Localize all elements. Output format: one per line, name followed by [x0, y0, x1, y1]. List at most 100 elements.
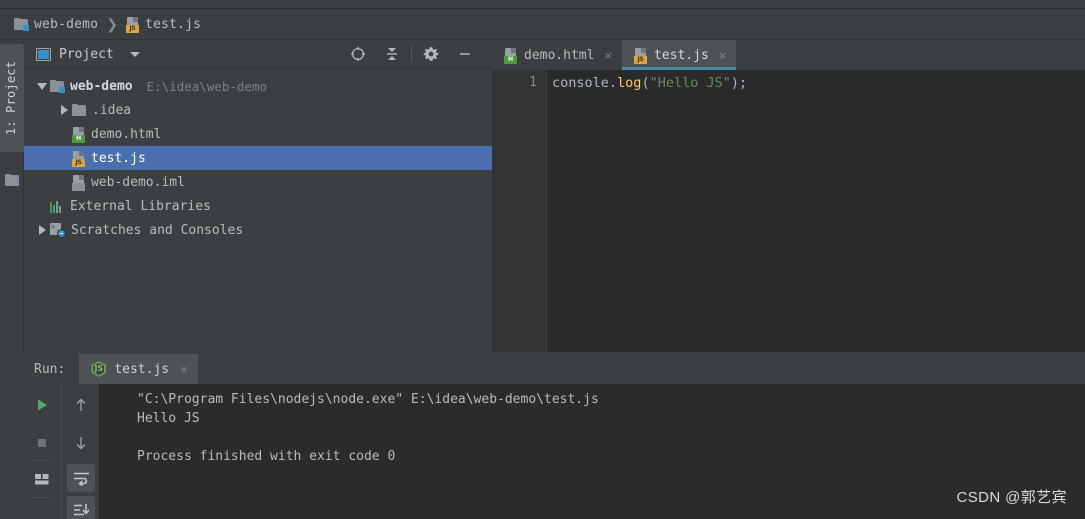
html-file-icon: H	[504, 47, 517, 64]
project-panel-actions	[341, 40, 492, 69]
tree-row-demo-html[interactable]: H demo.html	[24, 122, 492, 146]
nodejs-icon: JS	[91, 361, 107, 377]
run-panel-header: Run: JS test.js ×	[24, 354, 1085, 384]
console-line: "C:\Program Files\nodejs\node.exe" E:\id…	[137, 392, 599, 407]
prev-occurrence-button[interactable]	[68, 392, 94, 418]
chevron-right-icon[interactable]	[56, 102, 72, 118]
tree-label: test.js	[91, 150, 146, 166]
tree-row-scratches-and-consoles[interactable]: >_ Scratches and Consoles	[24, 218, 492, 242]
code-token-close-paren: )	[730, 75, 739, 91]
console-output[interactable]: "C:\Program Files\nodejs\node.exe" E:\id…	[99, 384, 1085, 519]
tree-label: web-demo.iml	[91, 174, 185, 190]
tree-label: web-demo	[70, 78, 133, 94]
tree-label: External Libraries	[70, 198, 211, 214]
breadcrumb-separator-icon: ❯	[106, 15, 118, 32]
tree-row-test-js[interactable]: JS test.js	[24, 146, 492, 170]
toolbar-divider	[411, 46, 412, 62]
editor-gutter: 1	[492, 70, 547, 352]
rerun-button[interactable]	[29, 392, 55, 418]
editor-tab-label: test.js	[654, 47, 709, 63]
code-line-1: console.log("Hello JS");	[552, 75, 747, 91]
js-file-icon: JS	[634, 47, 648, 64]
code-token-semicolon: ;	[739, 75, 748, 91]
project-icon	[36, 47, 51, 61]
scratches-icon: >_	[50, 223, 66, 238]
close-icon[interactable]: ×	[719, 48, 727, 63]
tree-path-hint: E:\idea\web-demo	[146, 78, 268, 94]
editor-area: H demo.html × JS test.js × 1 console.log…	[492, 40, 1085, 352]
js-file-icon: JS	[72, 150, 85, 167]
breadcrumb-item-project[interactable]: web-demo	[14, 17, 98, 32]
code-token-open-paren: (	[641, 75, 650, 91]
chevron-down-icon[interactable]	[34, 78, 50, 94]
close-icon[interactable]: ×	[604, 48, 612, 63]
ide-window: web-demo ❯ JS test.js 1: Project Project	[0, 0, 1085, 519]
run-panel-label: Run:	[34, 361, 66, 377]
toolbar-divider	[32, 460, 52, 461]
editor-tab-test-js[interactable]: JS test.js ×	[622, 40, 737, 70]
page-title: Project	[59, 46, 114, 62]
soft-wrap-button[interactable]	[67, 464, 95, 492]
folder-icon	[50, 80, 65, 93]
tree-row-web-demo[interactable]: web-demo E:\idea\web-demo	[24, 74, 492, 98]
project-panel-header: Project	[24, 40, 492, 69]
folder-icon	[72, 104, 86, 116]
collapse-all-icon[interactable]	[375, 40, 409, 69]
tree-row-external-libraries[interactable]: External Libraries	[24, 194, 492, 218]
window-top-strip	[0, 0, 1085, 9]
code-token-dot: .	[608, 75, 618, 91]
folder-icon	[14, 18, 29, 31]
tree-label: .idea	[92, 102, 132, 118]
breadcrumb: web-demo ❯ JS test.js	[0, 9, 1085, 40]
tree-label: demo.html	[91, 126, 162, 142]
code-token-method: log	[617, 75, 642, 91]
sidebar-tab-project[interactable]: 1: Project	[0, 44, 24, 152]
run-console-body: "C:\Program Files\nodejs\node.exe" E:\id…	[24, 384, 1085, 519]
run-tab-test-js[interactable]: JS test.js ×	[79, 354, 198, 384]
breadcrumb-file-label: test.js	[144, 16, 202, 32]
console-line: Hello JS	[137, 411, 200, 426]
run-toolbar-right	[61, 384, 99, 519]
settings-gear-icon[interactable]	[414, 40, 448, 69]
sidebar-tab-project-label: 1: Project	[4, 60, 18, 136]
breadcrumb-project-label: web-demo	[34, 16, 99, 32]
scroll-to-end-button[interactable]	[67, 496, 95, 519]
run-toolbar-left	[24, 384, 61, 519]
html-file-icon: H	[72, 126, 85, 143]
iml-file-icon	[72, 174, 85, 191]
tree-row-idea[interactable]: .idea	[24, 98, 492, 122]
libraries-icon	[50, 200, 64, 213]
editor-tab-label: demo.html	[524, 47, 595, 63]
project-tree: web-demo E:\idea\web-demo .idea H demo.h…	[24, 69, 492, 352]
next-occurrence-button[interactable]	[68, 430, 94, 456]
tree-label: Scratches and Consoles	[71, 222, 244, 238]
console-line: Process finished with exit code 0	[137, 449, 396, 464]
code-token-object: console	[552, 75, 609, 91]
watermark: CSDN @郭艺宾	[956, 489, 1067, 506]
editor-tab-bar: H demo.html × JS test.js ×	[492, 40, 1085, 70]
editor-tab-demo-html[interactable]: H demo.html ×	[492, 40, 622, 70]
run-panel: Run: JS test.js × "C:\Program Files\node…	[0, 354, 1085, 519]
project-panel-title-group[interactable]: Project	[24, 47, 140, 62]
breadcrumb-item-file[interactable]: JS test.js	[125, 16, 202, 33]
project-panel: Project web-demo E:\idea\web-demo .idea …	[24, 40, 492, 352]
js-file-icon: JS	[125, 16, 139, 33]
chevron-down-icon[interactable]	[129, 51, 140, 57]
close-icon[interactable]: ×	[180, 362, 188, 377]
hide-panel-icon[interactable]	[448, 40, 482, 69]
line-number: 1	[529, 75, 537, 90]
run-tab-label: test.js	[114, 361, 170, 377]
code-token-string: "Hello JS"	[649, 75, 731, 91]
stop-button[interactable]	[29, 430, 55, 456]
tree-row-web-demo-iml[interactable]: web-demo.iml	[24, 170, 492, 194]
folder-icon[interactable]	[5, 174, 19, 186]
layout-button[interactable]	[29, 466, 55, 492]
toolbar-divider	[32, 497, 52, 498]
chevron-right-icon[interactable]	[34, 222, 50, 238]
select-opened-file-icon[interactable]	[341, 40, 375, 69]
code-editor[interactable]: 1 console.log("Hello JS");	[492, 70, 1085, 352]
